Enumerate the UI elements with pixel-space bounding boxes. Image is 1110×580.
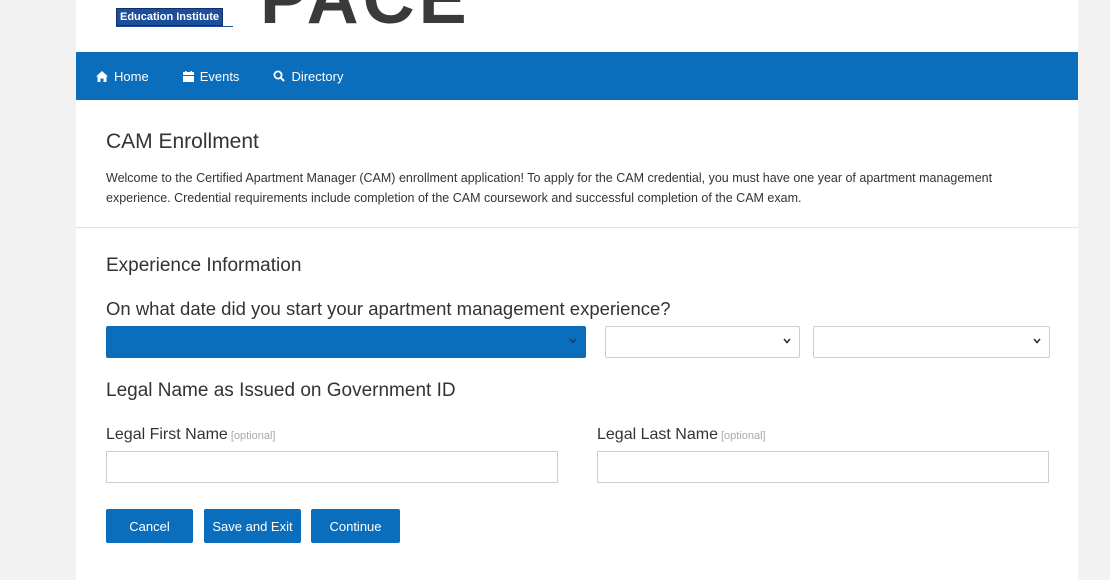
logo-wordmark: PACE [260,0,471,40]
chevron-down-icon [783,338,791,344]
legal-last-name-input[interactable] [597,451,1049,483]
continue-button[interactable]: Continue [311,509,400,543]
intro-section: CAM Enrollment Welcome to the Certified … [106,130,1056,208]
logo-underline [116,26,233,27]
last-name-label: Legal Last Name [optional] [597,426,766,444]
nav-item-events[interactable]: Events [182,68,240,84]
chevron-down-icon [1033,338,1041,344]
start-date-question: On what date did you start your apartmen… [106,298,671,319]
first-name-label-text: Legal First Name [106,426,228,443]
section-divider [76,227,1078,228]
nav-item-label: Directory [291,68,344,84]
legal-first-name-input[interactable] [106,451,558,483]
day-select[interactable] [605,326,800,358]
optional-tag: [optional] [720,430,766,442]
home-icon [96,70,108,82]
year-select[interactable] [813,326,1050,358]
nav-item-label: Events [199,68,240,84]
page-title: CAM Enrollment [106,130,259,153]
main-nav: Home Events Directory [76,52,1078,100]
month-select[interactable] [106,326,586,358]
nav-item-label: Home [114,68,149,84]
site-logo[interactable]: Education Institute PACE [116,0,516,52]
page-container: Education Institute PACE Home Events [76,0,1078,580]
chevron-down-icon [569,338,577,344]
optional-tag: [optional] [230,430,276,442]
nav-item-directory[interactable]: Directory [273,69,343,84]
save-and-exit-button[interactable]: Save and Exit [204,509,301,543]
first-name-label: Legal First Name [optional] [106,426,275,444]
last-name-label-text: Legal Last Name [597,426,718,443]
calendar-icon [182,70,194,82]
nav-item-home[interactable]: Home [96,69,149,84]
intro-description: Welcome to the Certified Apartment Manag… [106,171,993,205]
cancel-button[interactable]: Cancel [106,509,193,543]
experience-section-title: Experience Information [106,255,302,276]
search-icon [273,70,286,82]
logo-badge: Education Institute [116,8,223,26]
legal-name-section-title: Legal Name as Issued on Government ID [106,380,456,401]
